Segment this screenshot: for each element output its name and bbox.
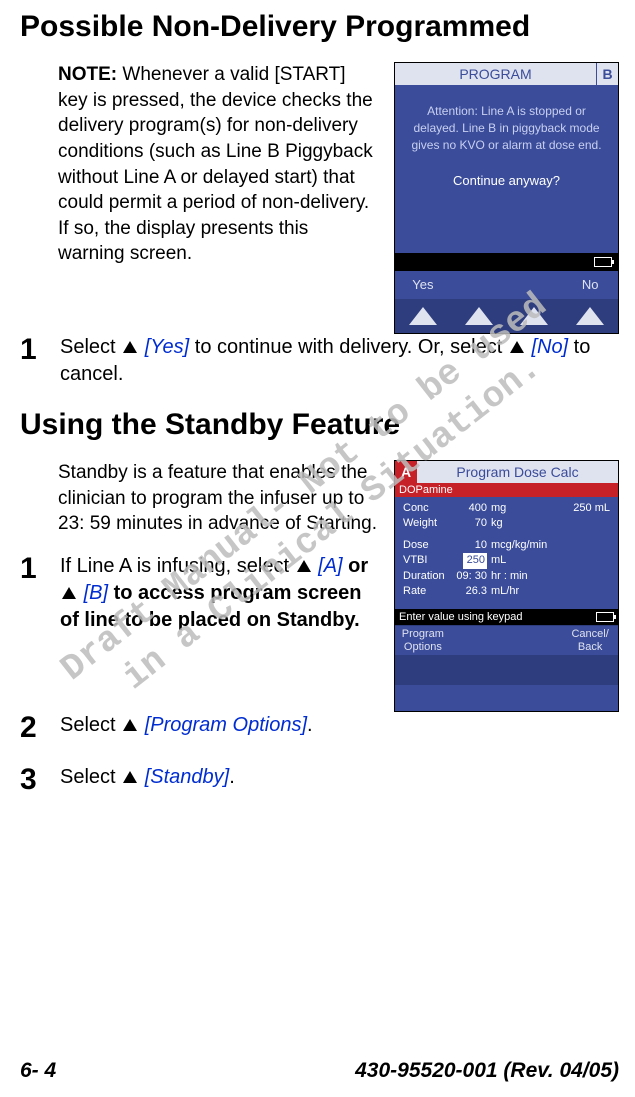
step-number: 1 <box>20 334 46 388</box>
device1-title: PROGRAM <box>395 66 596 82</box>
doc-reference: 430-95520-001 (Rev. 04/05) <box>355 1059 619 1083</box>
triangle-up-icon <box>123 341 137 353</box>
battery-icon <box>596 612 614 622</box>
device1-line-badge: B <box>596 63 618 85</box>
ref-program-options: [Program Options] <box>145 714 307 736</box>
ref-standby: [Standby] <box>145 766 230 788</box>
device1-status-bar <box>395 253 618 271</box>
triangle-up-icon <box>297 560 311 572</box>
device-screen-dose-calc: A Program Dose Calc DOPamine Conc400mg25… <box>394 460 619 712</box>
section2-step3: 3 Select [Standby]. <box>20 764 619 796</box>
device1-continue-prompt: Continue anyway? <box>395 173 618 188</box>
note-paragraph: NOTE: Whenever a valid [START] key is pr… <box>58 62 380 267</box>
device2-values: Conc400mg250 mL Weight70kg Dose10mcg/kg/… <box>395 497 618 601</box>
section1-step1: 1 Select [Yes] to continue with delivery… <box>20 334 619 388</box>
device2-drug-name: DOPamine <box>395 483 618 497</box>
softkey-2[interactable] <box>451 299 507 333</box>
step-number: 2 <box>20 712 46 744</box>
step-number: 3 <box>20 764 46 796</box>
ref-yes: [Yes] <box>145 336 189 358</box>
page-number: 6- 4 <box>20 1059 56 1083</box>
device2-header: A Program Dose Calc <box>395 461 618 483</box>
softkey-1[interactable] <box>395 299 451 333</box>
softkey-3[interactable] <box>507 655 563 685</box>
triangle-up-icon <box>465 307 493 325</box>
softkey-yes-label: Yes <box>395 271 451 299</box>
triangle-up-icon <box>510 341 524 353</box>
triangle-up-icon <box>62 587 76 599</box>
triangle-up-icon <box>576 307 604 325</box>
device1-attention-msg: Attention: Line A is stopped or delayed.… <box>395 85 618 161</box>
ref-a: [A] <box>318 555 342 577</box>
ref-b: [B] <box>84 582 108 604</box>
device2-title: Program Dose Calc <box>417 464 618 480</box>
softkey-program-options-label: ProgramOptions <box>395 626 451 655</box>
triangle-up-icon <box>409 307 437 325</box>
softkey-4[interactable] <box>562 655 618 685</box>
device2-softkey-labels: ProgramOptions Cancel/Back <box>395 625 618 655</box>
heading-non-delivery: Possible Non-Delivery Programmed <box>20 10 619 44</box>
device2-prompt: Enter value using keypad <box>395 609 618 625</box>
triangle-up-icon <box>123 771 137 783</box>
triangle-up-icon <box>520 307 548 325</box>
softkey-4[interactable] <box>562 299 618 333</box>
heading-standby: Using the Standby Feature <box>20 408 619 442</box>
softkey-no-label: No <box>562 271 618 299</box>
softkey-cancel-back-label: Cancel/Back <box>562 626 618 655</box>
softkey-1[interactable] <box>395 655 451 685</box>
device2-line-badge: A <box>395 461 417 483</box>
device1-header: PROGRAM B <box>395 63 618 85</box>
device2-softkey-row <box>395 655 618 685</box>
page-footer: 6- 4 430-95520-001 (Rev. 04/05) <box>20 1059 619 1083</box>
vtbi-highlight[interactable]: 250 <box>463 553 487 568</box>
device-screen-warning: PROGRAM B Attention: Line A is stopped o… <box>394 62 619 334</box>
triangle-up-icon <box>123 719 137 731</box>
step-number: 1 <box>20 553 46 634</box>
section2-step2: 2 Select [Program Options]. <box>20 712 619 744</box>
device1-softkey-row <box>395 299 618 333</box>
softkey-2[interactable] <box>451 655 507 685</box>
softkey-3[interactable] <box>507 299 563 333</box>
ref-no: [No] <box>531 336 568 358</box>
standby-intro: Standby is a feature that enables the cl… <box>58 460 380 537</box>
section2-step1: 1 If Line A is infusing, select [A] or [… <box>20 553 380 634</box>
device1-softkey-labels: Yes No <box>395 271 618 299</box>
battery-icon <box>594 257 612 267</box>
